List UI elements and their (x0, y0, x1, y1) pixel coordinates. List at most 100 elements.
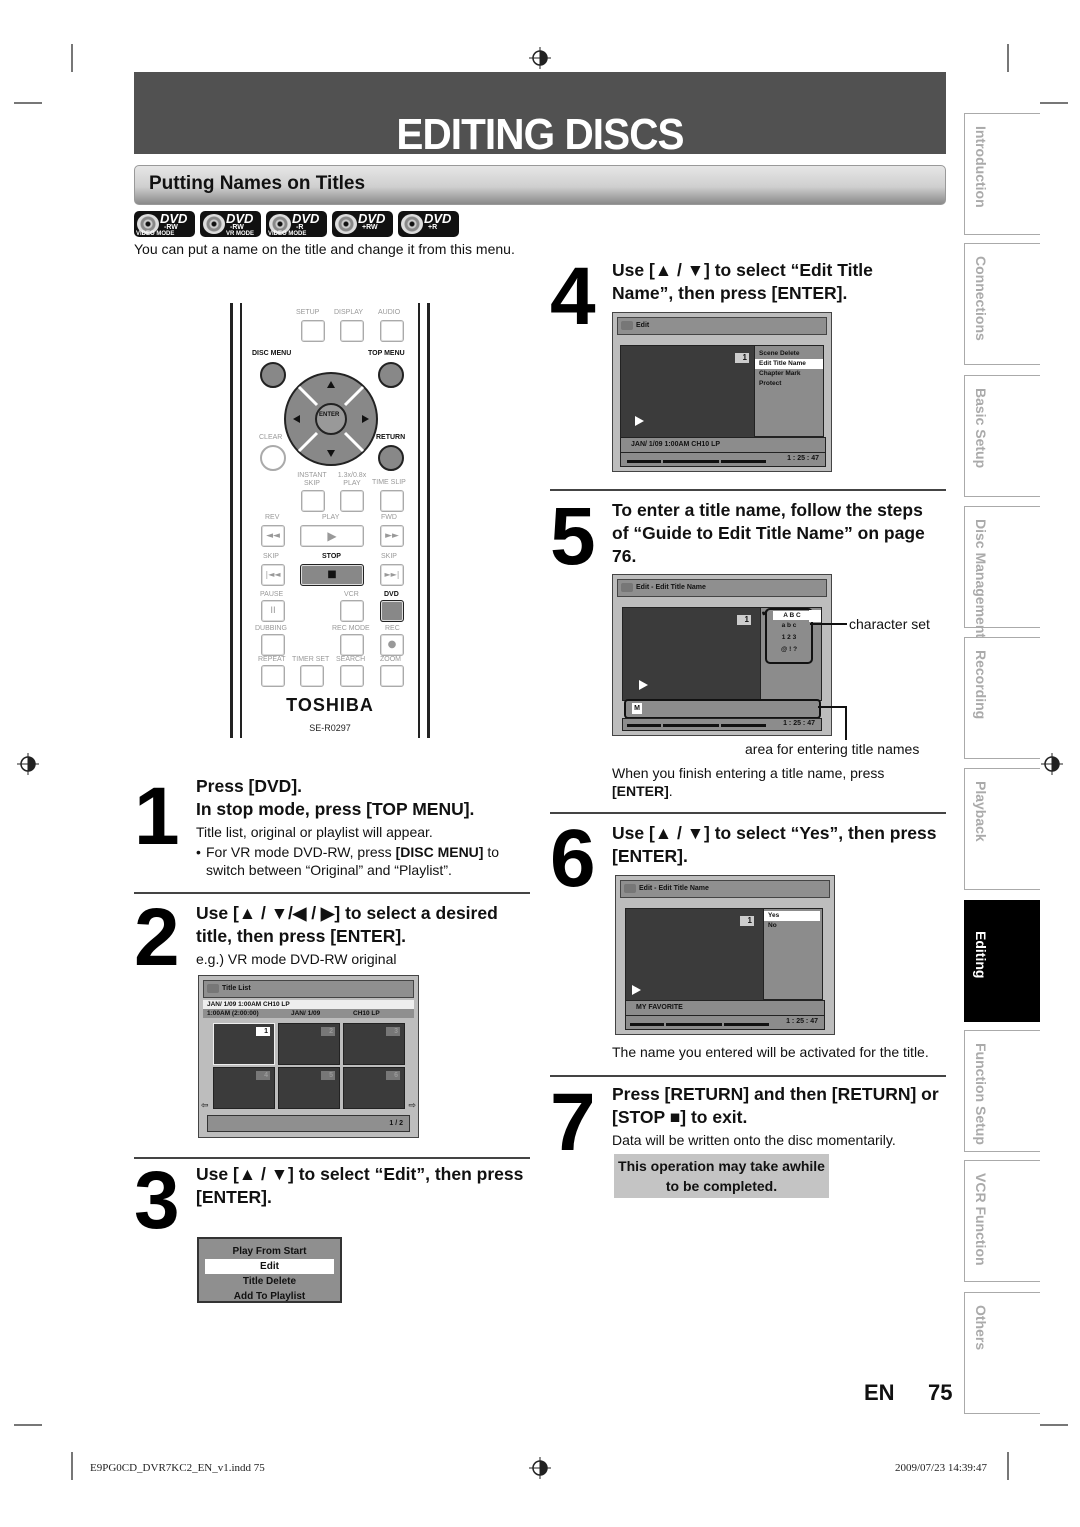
page-number: 75 (928, 1380, 953, 1405)
callout-character-set: character set (849, 616, 930, 632)
page-indicator: 1 / 2 (207, 1115, 410, 1132)
edit-title-name-screen: Edit - Edit Title Name 1 A B C a b c 1 2… (612, 574, 832, 736)
callout-title-area: area for entering title names (745, 741, 920, 757)
stop-button[interactable]: ■ (300, 564, 364, 586)
display-button[interactable] (340, 320, 364, 342)
menu-item[interactable]: Add To Playlist (199, 1289, 340, 1304)
thumbnail-grid: 123 456 (213, 1023, 406, 1109)
title-thumbnail[interactable]: 5 (278, 1067, 340, 1109)
menu-item[interactable]: Title Delete (199, 1274, 340, 1289)
dvd-r-video-logo-icon: DVD -R VIDEO MODE (266, 211, 327, 237)
title-thumbnail[interactable]: 3 (343, 1023, 405, 1065)
instant-skip-button[interactable] (301, 490, 325, 512)
title-thumbnail[interactable]: 1 (213, 1023, 275, 1065)
title-thumbnail[interactable]: 2 (278, 1023, 340, 1065)
speed-play-button[interactable] (340, 490, 364, 512)
progress-bar: 1 : 25 : 47 (620, 452, 826, 467)
confirm-screen: Edit - Edit Title Name 1 Yes No MY FAVOR… (615, 875, 835, 1035)
step-7-text: Data will be written onto the disc momen… (612, 1132, 896, 1148)
remote-control-diagram: SETUP DISPLAY AUDIO DISC MENU TOP MENU E… (230, 303, 430, 738)
section-title: Putting Names on Titles (149, 173, 366, 194)
callout-line (845, 706, 847, 740)
zoom-button[interactable] (380, 665, 404, 687)
dvd-rw-vr-logo-icon: DVD -RW VR MODE (200, 211, 261, 237)
step-3-heading: Use [▲ / ▼] to select “Edit”, then press… (196, 1164, 524, 1207)
title-thumbnail[interactable]: 6 (343, 1067, 405, 1109)
next-page-arrow-icon[interactable]: ⇨ (408, 1100, 416, 1111)
disc-type-logos: DVD -RW VIDEO MODE DVD -RW VR MODE DVD -R VIDE… (134, 211, 459, 237)
step-4-heading: Use [▲ / ▼] to select “Edit Title Name”,… (612, 260, 873, 303)
crop-mark (71, 1452, 73, 1480)
page-language: EN (864, 1380, 895, 1405)
dvd-plus-rw-logo-icon: DVD +RW (332, 211, 393, 237)
footer-timestamp: 2009/07/23 14:39:47 (895, 1462, 987, 1474)
rec-button[interactable]: ● (380, 634, 404, 656)
tab-disc-management[interactable]: Disc Management (964, 506, 1040, 638)
tab-editing[interactable]: Editing (964, 900, 1040, 1022)
screen-header: Title List (203, 980, 414, 998)
registration-mark-icon (529, 1457, 551, 1479)
step-2-text: e.g.) VR mode DVD-RW original (196, 951, 397, 967)
step-5-after-text: When you finish entering a title name, p… (612, 765, 885, 799)
menu-item-selected[interactable]: Edit (205, 1259, 334, 1274)
disc-icon (621, 583, 633, 592)
repeat-button[interactable] (261, 665, 285, 687)
crop-mark (1007, 1452, 1009, 1480)
registration-mark-icon (1041, 753, 1063, 775)
crop-mark (1040, 102, 1068, 104)
skip-back-button[interactable]: |◄◄ (261, 564, 285, 586)
timer-set-button[interactable] (300, 665, 324, 687)
page-title: EDITING DISCS (396, 110, 684, 159)
search-button[interactable] (340, 665, 364, 687)
callout-line (810, 623, 847, 625)
tab-connections[interactable]: Connections (964, 243, 1040, 365)
title-thumbnail[interactable]: 4 (213, 1067, 275, 1109)
fwd-button[interactable]: ►► (380, 525, 404, 547)
dvd-plus-r-logo-icon: DVD +R (398, 211, 459, 237)
crop-mark (1007, 44, 1009, 72)
rec-mode-button[interactable] (340, 634, 364, 656)
step-2-heading: Use [▲ / ▼/◀ / ▶] to select a desired ti… (196, 903, 498, 946)
disc-icon (621, 321, 633, 330)
title-name-input[interactable]: M (624, 699, 821, 719)
section-header: Putting Names on Titles (134, 165, 946, 205)
tab-introduction[interactable]: Introduction (964, 113, 1040, 235)
direction-pad[interactable] (283, 371, 379, 467)
disc-icon (624, 884, 636, 893)
menu-item[interactable]: Play From Start (199, 1244, 340, 1259)
clear-button[interactable] (260, 445, 286, 471)
rev-button[interactable]: ◄◄ (261, 525, 285, 547)
note-box: This operation may take awhile to be com… (614, 1154, 829, 1198)
tab-basic-setup[interactable]: Basic Setup (964, 375, 1040, 497)
dubbing-button[interactable] (261, 634, 285, 656)
vcr-button[interactable] (340, 600, 364, 622)
divider (134, 1157, 530, 1159)
edit-screen: Edit 1 Scene Delete Edit Title Name Chap… (612, 312, 832, 472)
time-slip-button[interactable] (380, 490, 404, 512)
tab-recording[interactable]: Recording (964, 637, 1040, 759)
step-1-bullet: • For VR mode DVD-RW, press [DISC MENU] t… (196, 844, 500, 878)
step-1-heading: Press [DVD]. In stop mode, press [TOP ME… (196, 776, 475, 819)
audio-button[interactable] (380, 320, 404, 342)
play-button[interactable]: ▶ (300, 525, 364, 547)
step-number: 3 (134, 1155, 180, 1246)
return-button[interactable] (378, 445, 404, 471)
dvd-button[interactable] (380, 600, 404, 622)
tab-function-setup[interactable]: Function Setup (964, 1030, 1040, 1152)
setup-button[interactable] (301, 320, 325, 342)
tab-vcr-function[interactable]: VCR Function (964, 1160, 1040, 1282)
step-7-heading: Press [RETURN] and then [RETURN] or [STO… (612, 1084, 939, 1127)
tab-playback[interactable]: Playback (964, 768, 1040, 890)
divider (550, 489, 946, 491)
tab-others[interactable]: Others (964, 1292, 1040, 1414)
prev-page-arrow-icon[interactable]: ⇦ (201, 1100, 209, 1111)
step-number: 4 (550, 251, 596, 342)
step-number: 5 (550, 491, 596, 582)
pause-button[interactable]: II (261, 600, 285, 622)
callout-line (818, 706, 846, 708)
character-set-selector[interactable]: A B C a b c 1 2 3 @ ! ? (765, 608, 813, 664)
intro-text: You can put a name on the title and chan… (134, 241, 515, 257)
model-number: SE-R0297 (309, 723, 351, 733)
top-menu-button[interactable] (378, 362, 404, 388)
skip-fwd-button[interactable]: ►►| (380, 564, 404, 586)
